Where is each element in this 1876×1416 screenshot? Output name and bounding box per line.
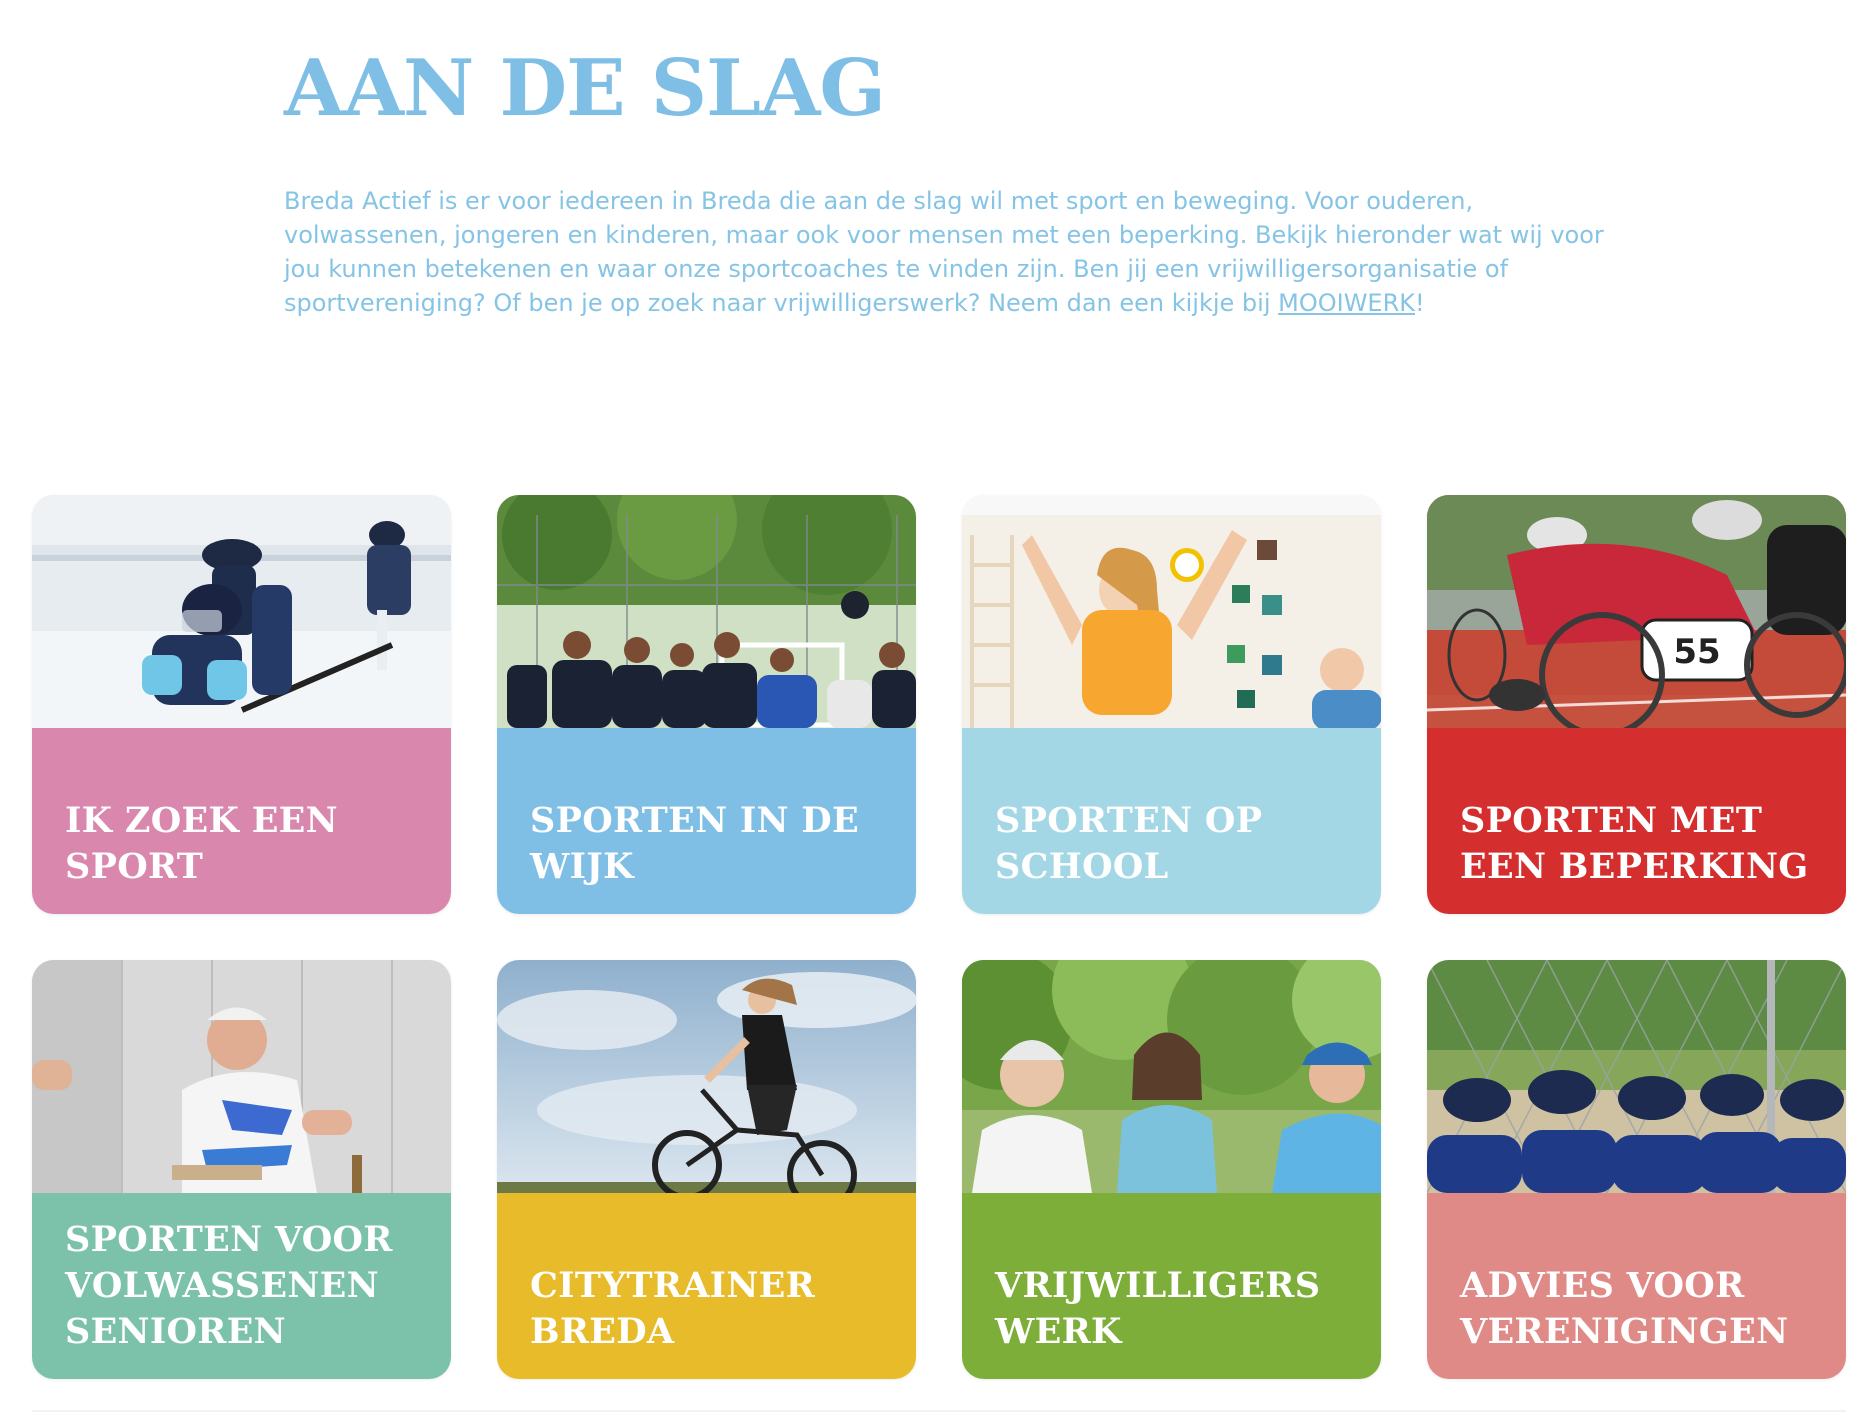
category-grid: IK ZOEK EEN SPORT SPORTEN IN DE WIJK SPO… [32,495,1846,1379]
volunteers-photo [962,960,1381,1193]
card-label: SPORTEN VOOR VOLWASSENEN SENIOREN [65,1219,393,1352]
card-label: CITYTRAINER BREDA [530,1265,815,1352]
intro-suffix: ! [1415,289,1425,317]
card-label: SPORTEN IN DE WIJK [530,800,859,887]
card-sporten-voor-volwassenen-senioren[interactable]: SPORTEN VOOR VOLWASSENEN SENIOREN [32,960,451,1379]
card-ik-zoek-een-sport[interactable]: IK ZOEK EEN SPORT [32,495,451,914]
card-sporten-op-school[interactable]: SPORTEN OP SCHOOL [962,495,1381,914]
card-label: SPORTEN OP SCHOOL [995,800,1263,887]
card-advies-voor-verenigingen[interactable]: ADVIES VOOR VERENIGINGEN [1427,960,1846,1379]
card-label: SPORTEN MET EEN BEPERKING [1460,800,1809,887]
card-sporten-met-een-beperking[interactable]: 55 SPORTEN MET EEN BEPERKING [1427,495,1846,914]
ice-hockey-photo [32,495,451,728]
race-number-badge: 55 [1673,632,1720,672]
card-sporten-in-de-wijk[interactable]: SPORTEN IN DE WIJK [497,495,916,914]
card-vrijwilligers-werk[interactable]: VRIJWILLIGERS WERK [962,960,1381,1379]
school-gym-photo [962,495,1381,728]
card-label: ADVIES VOOR VERENIGINGEN [1460,1265,1789,1352]
page-title: AAN DE SLAG [284,43,886,134]
card-citytrainer-breda[interactable]: CITYTRAINER BREDA [497,960,916,1379]
mooiwerk-link[interactable]: MOOIWERK [1278,289,1415,317]
senior-sport-photo [32,960,451,1193]
bmx-photo [497,960,916,1193]
baseball-team-photo [1427,960,1846,1193]
youth-football-photo [497,495,916,728]
intro-paragraph: Breda Actief is er voor iedereen in Bred… [284,184,1614,320]
card-label: VRIJWILLIGERS WERK [995,1265,1321,1352]
card-label: IK ZOEK EEN SPORT [65,800,338,887]
divider [32,1410,1846,1412]
wheelchair-race-photo: 55 [1427,495,1846,728]
